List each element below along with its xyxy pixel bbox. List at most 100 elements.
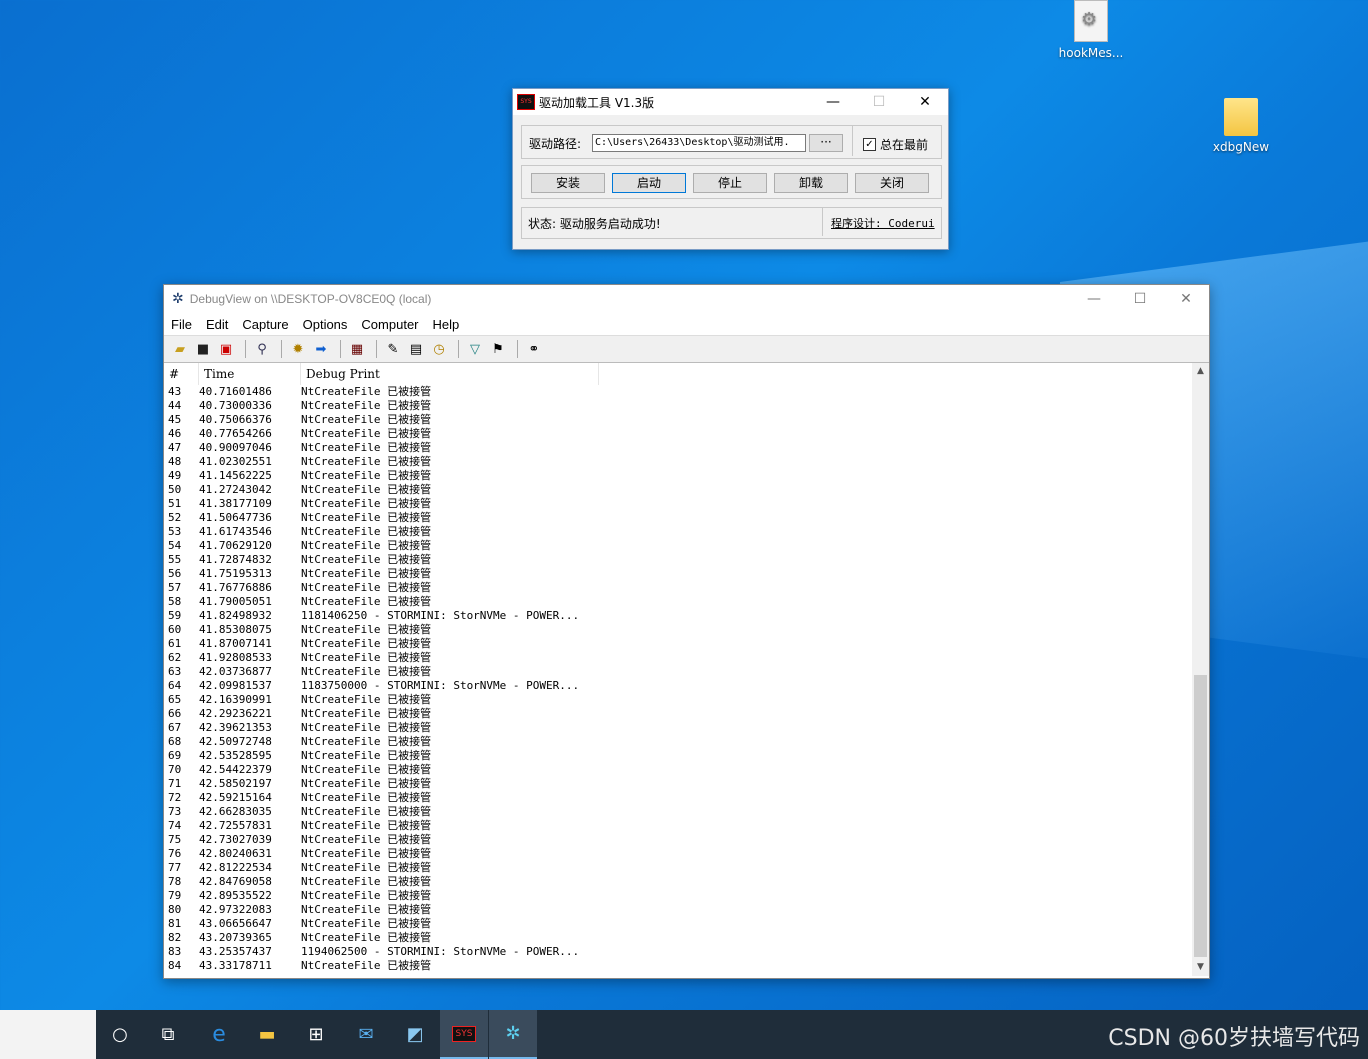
- table-row[interactable]: 60 41.85308075 NtCreateFile 已被接管: [164, 623, 1191, 637]
- table-row[interactable]: 73 42.66283035 NtCreateFile 已被接管: [164, 805, 1191, 819]
- table-row[interactable]: 68 42.50972748 NtCreateFile 已被接管: [164, 735, 1191, 749]
- scroll-down-icon[interactable]: ▼: [1192, 959, 1209, 976]
- table-row[interactable]: 56 41.75195313 NtCreateFile 已被接管: [164, 567, 1191, 581]
- table-row[interactable]: 74 42.72557831 NtCreateFile 已被接管: [164, 819, 1191, 833]
- credit-link[interactable]: 程序设计: Coderui: [831, 215, 935, 231]
- sys-driver-icon[interactable]: SYS: [440, 1010, 488, 1059]
- store-icon[interactable]: ⊞: [292, 1010, 340, 1059]
- table-row[interactable]: 69 42.53528595 NtCreateFile 已被接管: [164, 749, 1191, 763]
- close-button[interactable]: 关闭: [855, 173, 929, 193]
- table-row[interactable]: 70 42.54422379 NtCreateFile 已被接管: [164, 763, 1191, 777]
- table-row[interactable]: 63 42.03736877 NtCreateFile 已被接管: [164, 665, 1191, 679]
- log-list[interactable]: # Time Debug Print 43 40.71601486 NtCreate…: [164, 363, 1191, 976]
- column-header-debug-print[interactable]: Debug Print: [301, 363, 599, 385]
- scroll-up-icon[interactable]: ▲: [1192, 363, 1209, 380]
- minimize-icon[interactable]: —: [1071, 285, 1117, 313]
- taskbar-search-box[interactable]: [0, 1010, 96, 1059]
- desktop-icon-hookmes[interactable]: hookMes...: [1051, 0, 1131, 60]
- table-row[interactable]: 57 41.76776886 NtCreateFile 已被接管: [164, 581, 1191, 595]
- table-row[interactable]: 45 40.75066376 NtCreateFile 已被接管: [164, 413, 1191, 427]
- autoscroll-icon[interactable]: ➡: [311, 339, 331, 359]
- driver-path-field[interactable]: C:\Users\26433\Desktop\驱动测试用.: [592, 134, 806, 152]
- table-row[interactable]: 75 42.73027039 NtCreateFile 已被接管: [164, 833, 1191, 847]
- table-row[interactable]: 43 40.71601486 NtCreateFile 已被接管: [164, 385, 1191, 399]
- edge-icon[interactable]: e: [195, 1010, 243, 1059]
- table-row[interactable]: 55 41.72874832 NtCreateFile 已被接管: [164, 553, 1191, 567]
- filter-icon[interactable]: ▽: [465, 339, 485, 359]
- table-row[interactable]: 47 40.90097046 NtCreateFile 已被接管: [164, 441, 1191, 455]
- open-icon[interactable]: ▰: [170, 339, 190, 359]
- table-row[interactable]: 51 41.38177109 NtCreateFile 已被接管: [164, 497, 1191, 511]
- table-row[interactable]: 64 42.09981537 1183750000 - STORMINI: Stor…: [164, 679, 1191, 693]
- maximize-icon[interactable]: ☐: [1117, 285, 1163, 313]
- scroll-thumb[interactable]: [1194, 675, 1207, 957]
- desktop-icon-xdbgnew[interactable]: xdbgNew: [1201, 98, 1281, 154]
- edit-filter-icon[interactable]: ✎: [383, 339, 403, 359]
- table-row[interactable]: 44 40.73000336 NtCreateFile 已被接管: [164, 399, 1191, 413]
- table-row[interactable]: 83 43.25357437 1194062500 - STORMINI: Stor…: [164, 945, 1191, 959]
- clock-icon[interactable]: ◷: [429, 339, 449, 359]
- stop-button[interactable]: 停止: [693, 173, 767, 193]
- column-header-number[interactable]: #: [164, 363, 199, 385]
- table-row[interactable]: 81 43.06656647 NtCreateFile 已被接管: [164, 917, 1191, 931]
- table-row[interactable]: 61 41.87007141 NtCreateFile 已被接管: [164, 637, 1191, 651]
- table-row[interactable]: 65 42.16390991 NtCreateFile 已被接管: [164, 693, 1191, 707]
- capture-kernel-icon[interactable]: ▦: [347, 339, 367, 359]
- menu-options[interactable]: Options: [296, 317, 355, 332]
- clear-icon[interactable]: ▣: [216, 339, 236, 359]
- table-row[interactable]: 62 41.92808533 NtCreateFile 已被接管: [164, 651, 1191, 665]
- menu-edit[interactable]: Edit: [199, 317, 235, 332]
- table-row[interactable]: 79 42.89535522 NtCreateFile 已被接管: [164, 889, 1191, 903]
- table-row[interactable]: 67 42.39621353 NtCreateFile 已被接管: [164, 721, 1191, 735]
- title-bar[interactable]: ✲ DebugView on \\DESKTOP-OV8CE0Q (local)…: [164, 285, 1209, 313]
- installer-icon[interactable]: ◩: [391, 1010, 439, 1059]
- table-row[interactable]: 52 41.50647736 NtCreateFile 已被接管: [164, 511, 1191, 525]
- table-row[interactable]: 84 43.33178711 NtCreateFile 已被接管: [164, 959, 1191, 973]
- row-number: 65: [168, 693, 182, 706]
- close-icon[interactable]: ✕: [1163, 285, 1209, 313]
- topmost-checkbox[interactable]: ✓: [863, 138, 876, 151]
- vertical-scrollbar[interactable]: ▲ ▼: [1192, 363, 1209, 976]
- table-row[interactable]: 77 42.81222534 NtCreateFile 已被接管: [164, 861, 1191, 875]
- table-row[interactable]: 50 41.27243042 NtCreateFile 已被接管: [164, 483, 1191, 497]
- install-button[interactable]: 安装: [531, 173, 605, 193]
- file-explorer-icon[interactable]: ▬: [243, 1010, 291, 1059]
- row-number: 79: [168, 889, 182, 902]
- save-icon[interactable]: ■: [193, 339, 213, 359]
- table-row[interactable]: 76 42.80240631 NtCreateFile 已被接管: [164, 847, 1191, 861]
- table-row[interactable]: 71 42.58502197 NtCreateFile 已被接管: [164, 777, 1191, 791]
- row-number: 67: [168, 721, 182, 734]
- minimize-icon[interactable]: —: [810, 89, 856, 115]
- table-row[interactable]: 58 41.79005051 NtCreateFile 已被接管: [164, 595, 1191, 609]
- table-row[interactable]: 53 41.61743546 NtCreateFile 已被接管: [164, 525, 1191, 539]
- menu-computer[interactable]: Computer: [354, 317, 425, 332]
- table-row[interactable]: 78 42.84769058 NtCreateFile 已被接管: [164, 875, 1191, 889]
- column-header-time[interactable]: Time: [199, 363, 301, 385]
- unload-button[interactable]: 卸载: [774, 173, 848, 193]
- start-button[interactable]: 启动: [612, 173, 686, 193]
- task-view-icon[interactable]: ⧉: [144, 1010, 192, 1059]
- menu-file[interactable]: File: [164, 317, 199, 332]
- capture-icon[interactable]: ✹: [288, 339, 308, 359]
- history-icon[interactable]: ⚑: [488, 339, 508, 359]
- title-bar[interactable]: SYS 驱动加载工具 V1.3版 — ☐ ✕: [513, 89, 948, 115]
- debugview-icon[interactable]: ✲: [489, 1010, 537, 1059]
- find-icon[interactable]: ⚲: [252, 339, 272, 359]
- table-row[interactable]: 59 41.82498932 1181406250 - STORMINI: Stor…: [164, 609, 1191, 623]
- table-row[interactable]: 72 42.59215164 NtCreateFile 已被接管: [164, 791, 1191, 805]
- cortana-circle-icon[interactable]: ○: [96, 1010, 144, 1059]
- close-icon[interactable]: ✕: [902, 89, 948, 115]
- table-row[interactable]: 54 41.70629120 NtCreateFile 已被接管: [164, 539, 1191, 553]
- browse-button[interactable]: ···: [809, 134, 843, 152]
- table-row[interactable]: 48 41.02302551 NtCreateFile 已被接管: [164, 455, 1191, 469]
- table-row[interactable]: 46 40.77654266 NtCreateFile 已被接管: [164, 427, 1191, 441]
- highlight-icon[interactable]: ▤: [406, 339, 426, 359]
- table-row[interactable]: 80 42.97322083 NtCreateFile 已被接管: [164, 903, 1191, 917]
- binoculars-icon[interactable]: ⚭: [524, 339, 544, 359]
- table-row[interactable]: 66 42.29236221 NtCreateFile 已被接管: [164, 707, 1191, 721]
- table-row[interactable]: 49 41.14562225 NtCreateFile 已被接管: [164, 469, 1191, 483]
- table-row[interactable]: 82 43.20739365 NtCreateFile 已被接管: [164, 931, 1191, 945]
- menu-capture[interactable]: Capture: [235, 317, 295, 332]
- menu-help[interactable]: Help: [426, 317, 467, 332]
- mail-icon[interactable]: ✉: [342, 1010, 390, 1059]
